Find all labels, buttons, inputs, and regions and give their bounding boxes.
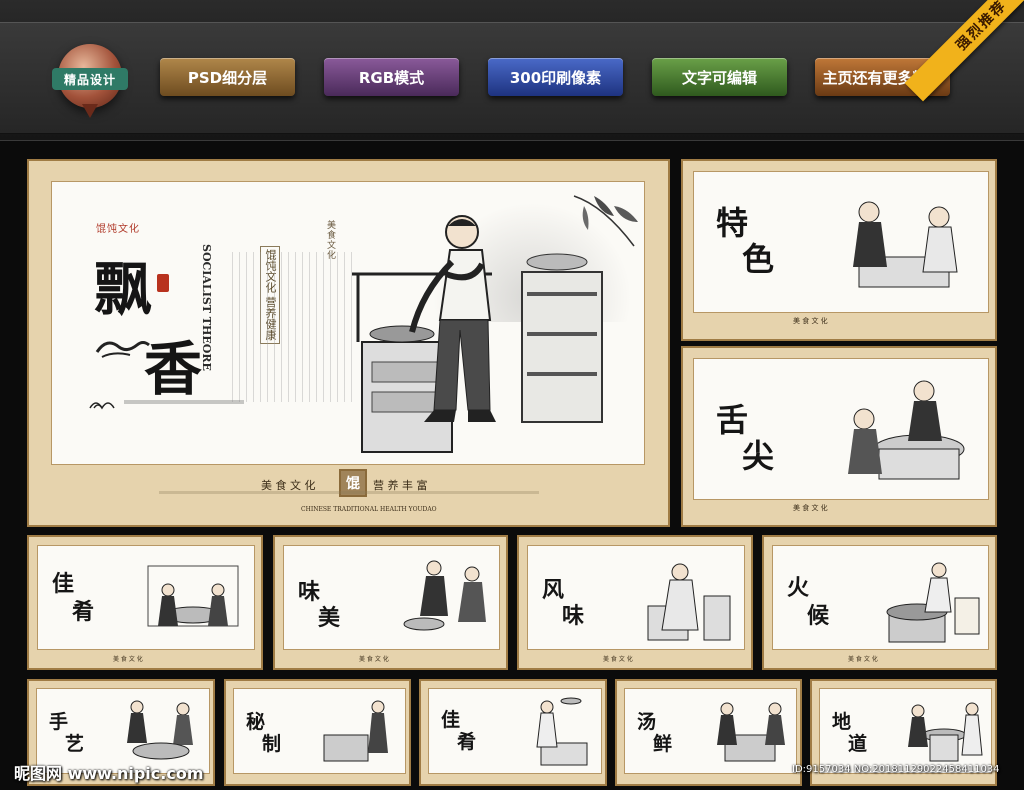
right-poster-1-canvas: 特 色 <box>693 171 989 313</box>
row2-poster-2-canvas: 味 美 <box>283 545 500 650</box>
print-pixels-button[interactable]: 300印刷像素 <box>488 58 623 96</box>
caption-line <box>124 400 244 404</box>
row2-poster-3[interactable]: 风 味 美 食 文 化 <box>517 535 753 670</box>
right-2-title-char-2: 尖 <box>742 437 775 475</box>
row3-4-title-char-2: 鲜 <box>653 733 673 755</box>
row2-2-title-char-2: 美 <box>318 605 341 631</box>
row2-3-title-char-1: 风 <box>542 577 565 603</box>
row2-poster-3-canvas: 风 味 <box>527 545 745 650</box>
row2-3-illustration <box>647 563 731 641</box>
right-poster-2-canvas: 舌 尖 <box>693 358 989 500</box>
right-1-title-char-2: 色 <box>742 240 775 278</box>
row2-poster-1-canvas: 佳 肴 <box>37 545 255 650</box>
row2-1-title-char-2: 肴 <box>72 599 95 625</box>
body-text-columns <box>232 252 352 402</box>
row3-1-illustration <box>127 700 193 760</box>
culture-tag: 馄饨文化 <box>96 224 140 235</box>
right-poster-1[interactable]: 特 色 美 食 文 化 <box>681 159 997 341</box>
main-poster-canvas: 馄饨文化 飘 香 SOCIALIST THEORE 馄饨文化 营养健康 美食文化 <box>51 181 645 465</box>
row2-poster-4-canvas: 火 候 <box>772 545 989 650</box>
watermark-right: ID:9157034 NO:20181129022458411034 <box>792 764 1000 775</box>
row2-poster-4[interactable]: 火 候 美 食 文 化 <box>762 535 997 670</box>
row3-poster-5-canvas: 地 道 <box>819 688 992 774</box>
row2-poster-1[interactable]: 佳 肴 美 食 文 化 <box>27 535 263 670</box>
editable-text-button[interactable]: 文字可编辑 <box>652 58 787 96</box>
main-footer-en: CHINESE TRADITIONAL HEALTH YOUDAO <box>301 506 437 513</box>
row2-poster-2[interactable]: 味 美 美 食 文 化 <box>273 535 508 670</box>
right-poster-2[interactable]: 舌 尖 美 食 文 化 <box>681 346 997 527</box>
right-2-footer: 美 食 文 化 <box>793 504 828 512</box>
row3-5-title-char-2: 道 <box>848 733 868 755</box>
row2-2-title-char-1: 味 <box>298 579 321 605</box>
row2-1-footer: 美 食 文 化 <box>113 656 143 663</box>
main-title-char-1: 飘 <box>94 255 153 323</box>
rgb-mode-button[interactable]: RGB模式 <box>324 58 459 96</box>
row2-2-footer: 美 食 文 化 <box>359 656 389 663</box>
row2-2-illustration <box>403 560 486 631</box>
row3-4-illustration <box>717 702 785 762</box>
row3-3-illustration <box>536 697 588 766</box>
red-seal-icon <box>157 274 169 292</box>
watermark-left: 昵图网 www.nipic.com <box>14 764 204 783</box>
row3-3-title-char-2: 肴 <box>457 731 477 753</box>
row3-poster-4-canvas: 汤 鲜 <box>624 688 797 774</box>
row2-4-title-char-2: 候 <box>807 603 830 629</box>
main-title-char-2: 香 <box>144 335 203 403</box>
row3-2-title-char-2: 制 <box>262 733 282 755</box>
psd-layers-button[interactable]: PSD细分层 <box>160 58 295 96</box>
row3-1-title-char-2: 艺 <box>65 733 85 755</box>
main-footer-fine-print <box>159 491 539 494</box>
row2-1-title-char-1: 佳 <box>52 571 75 597</box>
row3-poster-3-canvas: 佳 肴 <box>428 688 602 774</box>
vertical-en-text: SOCIALIST THEORE <box>200 244 213 371</box>
row2-4-footer: 美 食 文 化 <box>848 656 878 663</box>
row3-2-illustration <box>323 700 388 762</box>
row2-3-title-char-2: 味 <box>562 603 585 629</box>
top-toolbar: 精品设计 PSD细分层 RGB模式 300印刷像素 文字可编辑 主页还有更多精彩 <box>0 0 1024 141</box>
row2-4-illustration <box>886 562 980 643</box>
logo-tip-icon <box>82 104 98 118</box>
small-caption: 美食文化 <box>325 220 335 260</box>
right-1-illustration <box>853 201 958 288</box>
main-poster-panel[interactable]: 馄饨文化 飘 香 SOCIALIST THEORE 馄饨文化 营养健康 美食文化 <box>27 159 670 527</box>
cloud-swirl-icon <box>95 341 150 358</box>
logo-label: 精品设计 <box>52 68 128 90</box>
row3-poster-2[interactable]: 秘 制 <box>224 679 411 786</box>
right-1-footer: 美 食 文 化 <box>793 317 828 325</box>
row2-4-title-char-1: 火 <box>787 575 810 601</box>
wave-pattern-icon <box>89 402 115 410</box>
right-2-illustration <box>848 380 965 480</box>
row3-5-illustration <box>908 702 983 762</box>
row3-poster-2-canvas: 秘 制 <box>233 688 406 774</box>
row2-3-footer: 美 食 文 化 <box>603 656 633 663</box>
row3-poster-4[interactable]: 汤 鲜 <box>615 679 802 786</box>
row2-1-illustration <box>147 565 239 627</box>
bamboo-leaves-icon <box>573 195 638 247</box>
row3-poster-3[interactable]: 佳 肴 <box>419 679 607 786</box>
